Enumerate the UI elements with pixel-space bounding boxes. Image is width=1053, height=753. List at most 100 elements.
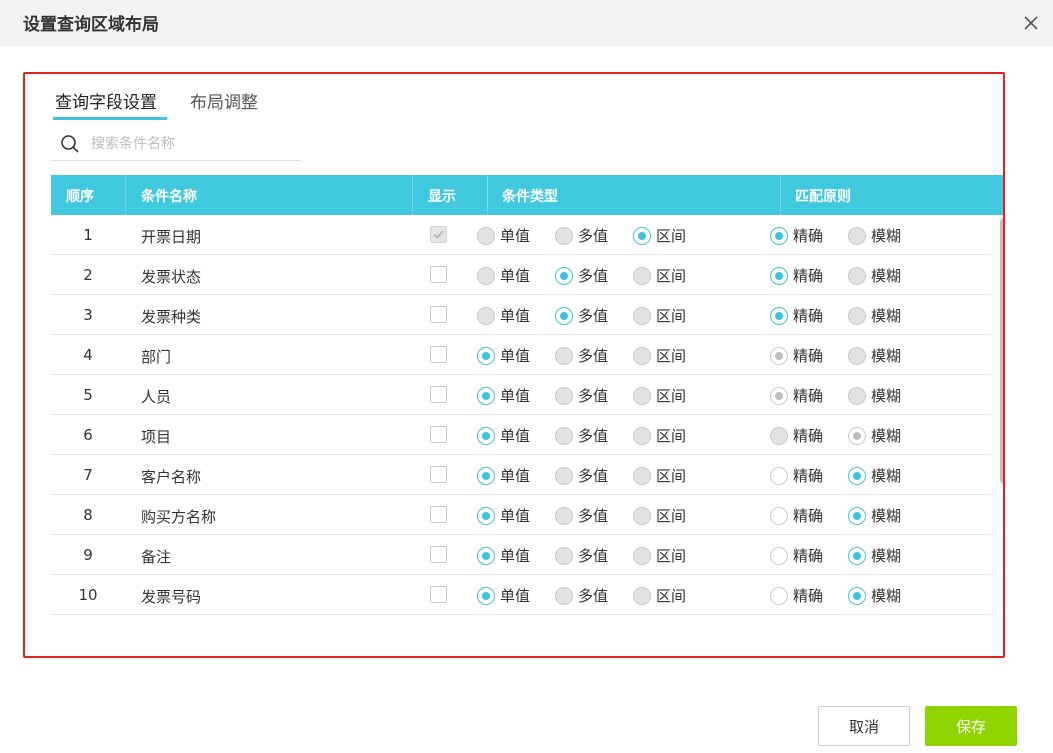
type-radio[interactable]: 区间 (633, 265, 686, 286)
row-name: 开票日期 (141, 228, 202, 246)
row-name: 购买方名称 (141, 508, 217, 526)
show-checkbox[interactable] (430, 426, 447, 443)
radio-circle (555, 426, 573, 445)
type-radio[interactable]: 多值 (555, 225, 608, 246)
show-checkbox[interactable] (430, 546, 447, 563)
radio-circle (770, 346, 788, 365)
type-radio[interactable]: 单值 (477, 265, 530, 286)
radio-label: 精确 (793, 227, 824, 245)
radio-circle (848, 266, 866, 285)
type-radio[interactable]: 多值 (555, 545, 608, 566)
type-radio[interactable]: 单值 (477, 345, 530, 366)
header-divider (780, 175, 781, 215)
radio-circle (633, 426, 651, 445)
radio-label: 多值 (578, 547, 609, 565)
match-radio[interactable]: 精确 (770, 225, 823, 246)
radio-label: 区间 (656, 307, 687, 325)
type-radio[interactable]: 多值 (555, 465, 608, 486)
show-checkbox[interactable] (430, 266, 447, 283)
type-radio[interactable]: 区间 (633, 385, 686, 406)
radio-label: 单值 (500, 267, 531, 285)
match-radio[interactable]: 精确 (770, 585, 823, 606)
match-radio[interactable]: 精确 (770, 345, 823, 366)
show-checkbox[interactable] (430, 386, 447, 403)
table-row: 5 人员 单值 多值 区间 精确 模糊 (51, 375, 993, 415)
type-radio[interactable]: 区间 (633, 425, 686, 446)
close-icon[interactable] (1020, 12, 1042, 34)
match-radio[interactable]: 模糊 (848, 585, 901, 606)
type-radio[interactable]: 单值 (477, 585, 530, 606)
match-radio[interactable]: 精确 (770, 265, 823, 286)
radio-circle (848, 586, 866, 605)
radio-circle (633, 266, 651, 285)
radio-circle (633, 586, 651, 605)
type-radio[interactable]: 多值 (555, 305, 608, 326)
radio-circle (848, 426, 866, 445)
type-radio[interactable]: 多值 (555, 265, 608, 286)
type-radio[interactable]: 单值 (477, 465, 530, 486)
type-radio[interactable]: 单值 (477, 425, 530, 446)
type-radio[interactable]: 多值 (555, 385, 608, 406)
radio-circle (633, 346, 651, 365)
radio-label: 模糊 (871, 267, 902, 285)
type-radio[interactable]: 多值 (555, 585, 608, 606)
match-radio[interactable]: 精确 (770, 385, 823, 406)
show-checkbox[interactable] (430, 306, 447, 323)
show-checkbox[interactable] (430, 226, 447, 243)
tab-layout-adjust[interactable]: 布局调整 (190, 88, 258, 113)
dialog-titlebar: 设置查询区域布局 (0, 0, 1053, 46)
show-checkbox[interactable] (430, 506, 447, 523)
type-radio[interactable]: 单值 (477, 545, 530, 566)
tab-label: 布局调整 (190, 93, 258, 113)
type-radio[interactable]: 单值 (477, 385, 530, 406)
row-order: 8 (83, 506, 93, 524)
type-radio[interactable]: 区间 (633, 505, 686, 526)
row-order: 1 (83, 226, 93, 244)
match-radio[interactable]: 模糊 (848, 385, 901, 406)
match-radio[interactable]: 模糊 (848, 345, 901, 366)
radio-circle (477, 306, 495, 325)
type-radio[interactable]: 区间 (633, 465, 686, 486)
show-checkbox[interactable] (430, 586, 447, 603)
type-radio[interactable]: 多值 (555, 505, 608, 526)
match-radio[interactable]: 模糊 (848, 505, 901, 526)
radio-label: 区间 (656, 547, 687, 565)
table-row: 2 发票状态 单值 多值 区间 精确 模糊 (51, 255, 993, 295)
show-checkbox[interactable] (430, 346, 447, 363)
match-radio[interactable]: 模糊 (848, 265, 901, 286)
match-radio[interactable]: 模糊 (848, 305, 901, 326)
show-checkbox[interactable] (430, 466, 447, 483)
type-radio[interactable]: 区间 (633, 305, 686, 326)
type-radio[interactable]: 单值 (477, 305, 530, 326)
radio-circle (477, 466, 495, 485)
radio-circle (848, 506, 866, 525)
type-radio[interactable]: 区间 (633, 585, 686, 606)
match-radio[interactable]: 模糊 (848, 425, 901, 446)
type-radio[interactable]: 区间 (633, 545, 686, 566)
match-radio[interactable]: 精确 (770, 505, 823, 526)
type-radio[interactable]: 区间 (633, 345, 686, 366)
match-radio[interactable]: 精确 (770, 465, 823, 486)
radio-circle (633, 466, 651, 485)
type-radio[interactable]: 单值 (477, 505, 530, 526)
match-radio[interactable]: 精确 (770, 305, 823, 326)
match-radio[interactable]: 模糊 (848, 465, 901, 486)
radio-label: 单值 (500, 387, 531, 405)
radio-circle (770, 546, 788, 565)
save-button[interactable]: 保存 (925, 706, 1017, 746)
row-name: 客户名称 (141, 468, 202, 486)
search-input[interactable] (91, 133, 291, 155)
match-radio[interactable]: 精确 (770, 425, 823, 446)
scrollbar-thumb[interactable] (1000, 218, 1003, 484)
type-radio[interactable]: 多值 (555, 425, 608, 446)
match-radio[interactable]: 模糊 (848, 225, 901, 246)
radio-label: 单值 (500, 227, 531, 245)
match-radio[interactable]: 精确 (770, 545, 823, 566)
match-radio[interactable]: 模糊 (848, 545, 901, 566)
type-radio[interactable]: 多值 (555, 345, 608, 366)
tab-field-settings[interactable]: 查询字段设置 (53, 88, 167, 120)
type-radio[interactable]: 单值 (477, 225, 530, 246)
cancel-button[interactable]: 取消 (818, 706, 910, 746)
type-radio[interactable]: 区间 (633, 225, 686, 246)
row-name: 部门 (141, 348, 172, 366)
